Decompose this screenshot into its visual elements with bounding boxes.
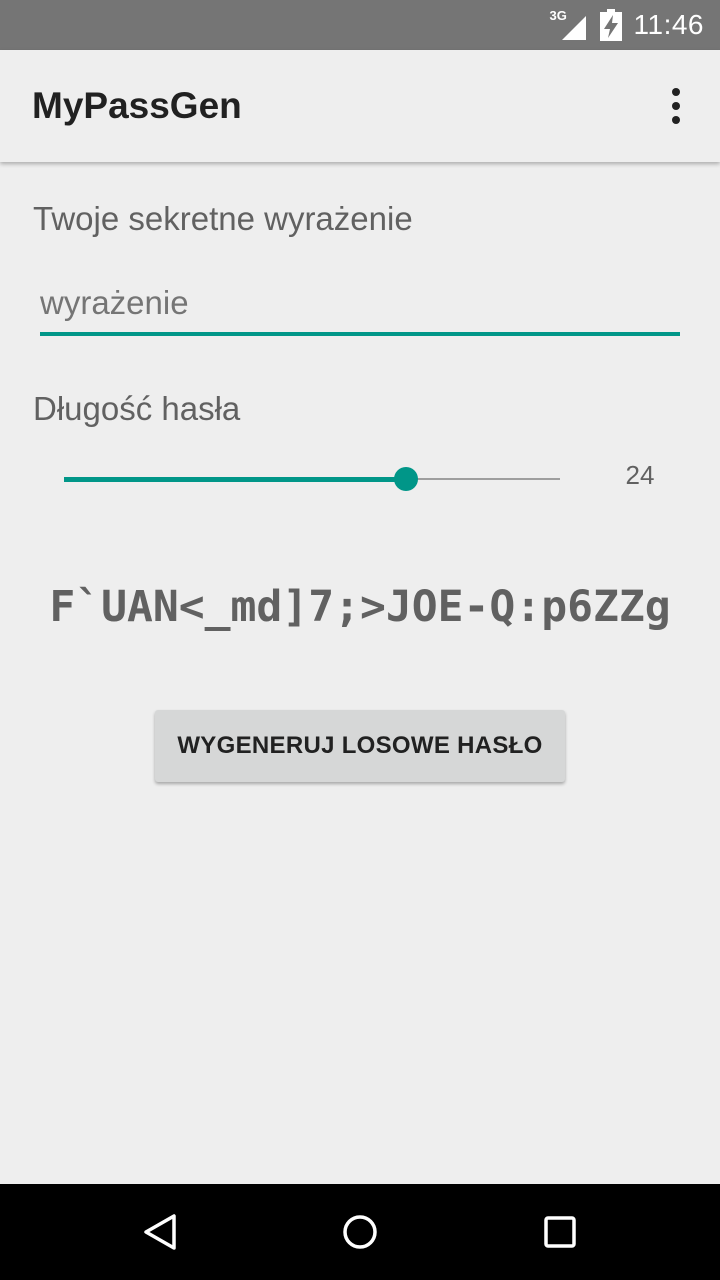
app-title: MyPassGen (32, 85, 242, 126)
status-bar: 3G 11:46 (0, 0, 720, 50)
recents-icon[interactable] (532, 1204, 588, 1260)
length-slider[interactable] (64, 464, 560, 494)
generated-password: F`UAN<_md]7;>JOE-Q:p6ZZg (49, 582, 671, 632)
slider-thumb[interactable] (394, 467, 419, 491)
back-icon[interactable] (132, 1204, 188, 1260)
main-content: Twoje sekretne wyrażenie Długość hasła 2… (0, 162, 720, 1184)
length-label: Długość hasła (33, 390, 241, 427)
phrase-label: Twoje sekretne wyrażenie (33, 200, 413, 237)
slider-fill (64, 477, 407, 482)
navigation-bar (0, 1184, 720, 1280)
home-icon[interactable] (332, 1204, 388, 1260)
status-clock: 11:46 (633, 9, 704, 40)
overflow-dot (672, 102, 680, 110)
app-bar: MyPassGen (0, 50, 720, 162)
overflow-dot (672, 116, 680, 124)
overflow-dot (672, 88, 680, 96)
generate-password-button[interactable]: WYGENERUJ LOSOWE HASŁO (155, 710, 565, 782)
signal-icon: 3G (550, 8, 586, 40)
battery-charging-icon (599, 9, 622, 41)
length-value: 24 (625, 460, 655, 490)
phrase-input[interactable] (40, 282, 680, 336)
more-vert-icon[interactable] (654, 76, 698, 136)
